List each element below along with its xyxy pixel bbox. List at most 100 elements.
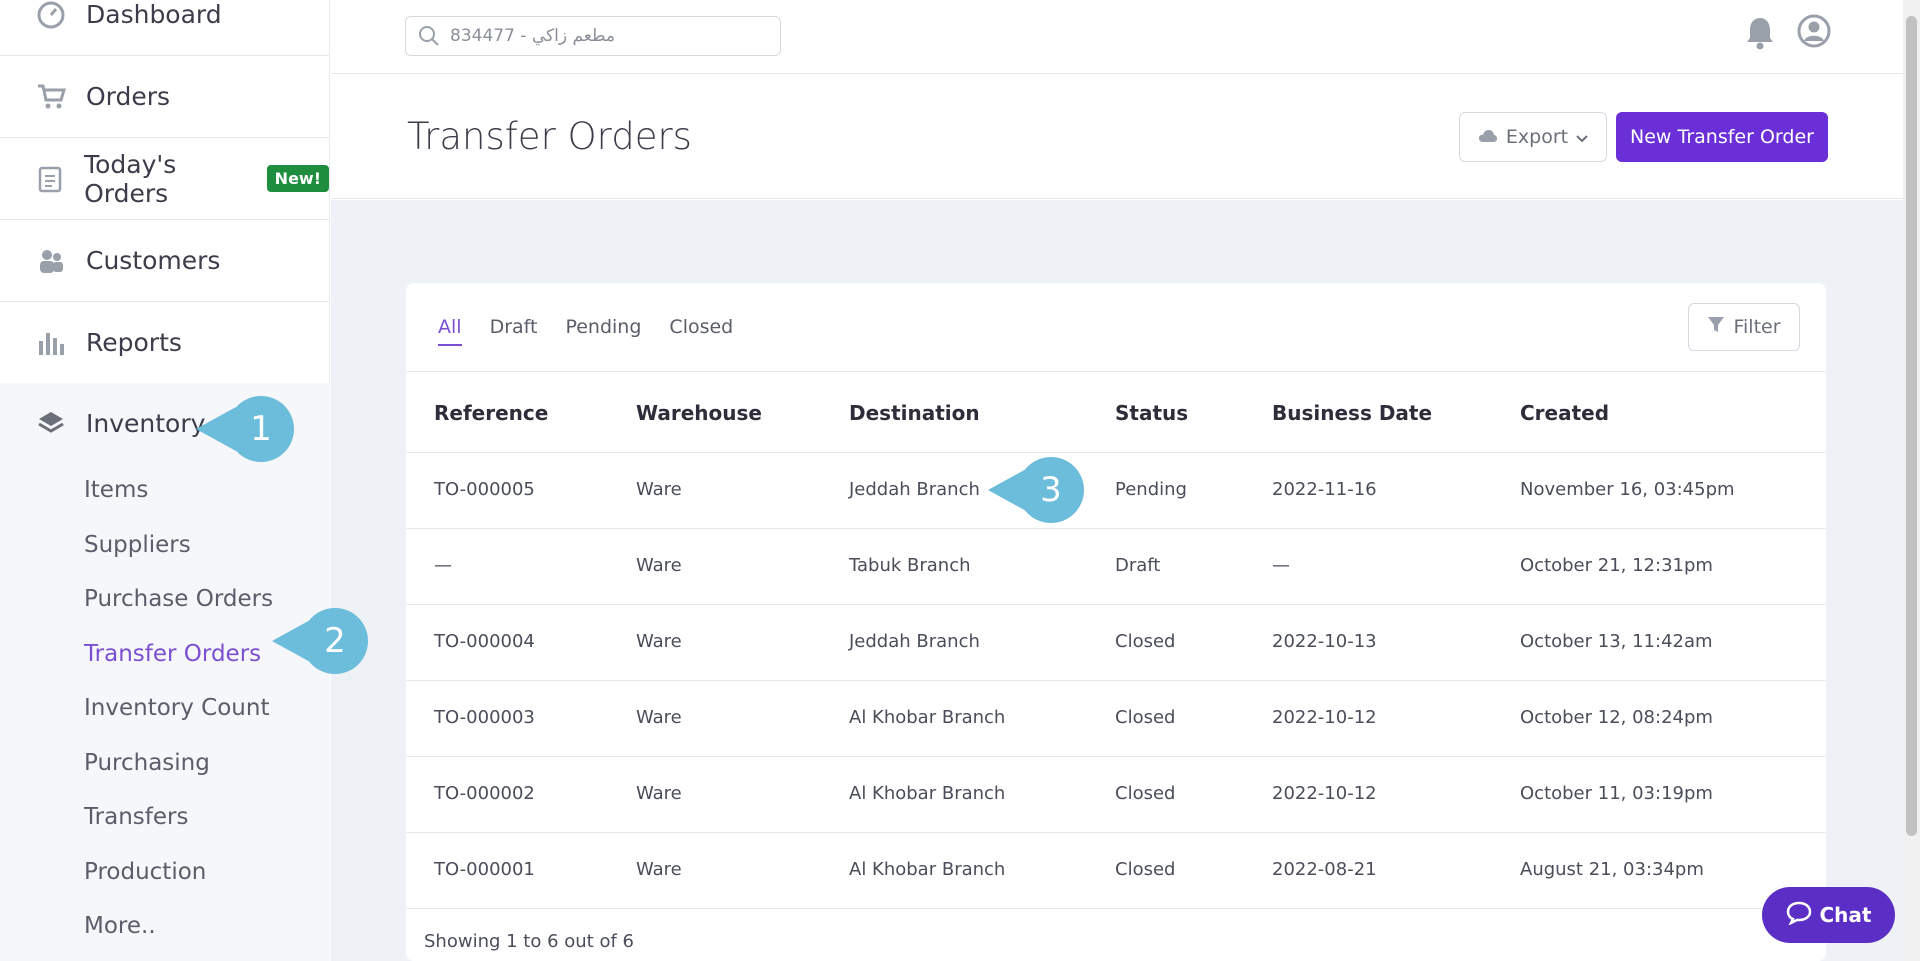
search-icon	[418, 25, 440, 47]
callout-2: 2	[302, 608, 368, 674]
cell-created: November 16, 03:45pm	[1520, 479, 1735, 500]
chat-bubble-icon	[1786, 901, 1812, 930]
sidebar-subitem-transfers[interactable]: Transfers	[0, 790, 330, 845]
cell-business-date: 2022-08-21	[1272, 859, 1377, 880]
col-destination[interactable]: Destination	[849, 401, 980, 425]
col-reference[interactable]: Reference	[434, 401, 548, 425]
cell-reference: TO-000003	[434, 707, 535, 728]
funnel-icon	[1707, 316, 1725, 339]
tab-all[interactable]: All	[438, 316, 462, 346]
cell-business-date: —	[1272, 555, 1290, 576]
sidebar: Dashboard Orders Today's Orders New! Cus…	[0, 0, 330, 961]
cell-reference: —	[434, 555, 452, 576]
table-header: Reference Warehouse Destination Status B…	[406, 371, 1826, 453]
cell-reference: TO-000002	[434, 783, 535, 804]
layers-icon	[36, 408, 66, 438]
cell-warehouse: Ware	[636, 555, 682, 576]
cell-status: Closed	[1115, 783, 1176, 804]
cell-business-date: 2022-10-12	[1272, 783, 1377, 804]
scrollbar-thumb[interactable]	[1906, 16, 1917, 836]
cell-warehouse: Ware	[636, 783, 682, 804]
sidebar-item-dashboard[interactable]: Dashboard	[0, 0, 329, 56]
sidebar-item-reports[interactable]: Reports	[0, 302, 329, 384]
cell-reference: TO-000005	[434, 479, 535, 500]
sidebar-item-label: Orders	[86, 82, 171, 111]
sidebar-subitem-more[interactable]: More..	[0, 899, 330, 954]
new-transfer-order-button[interactable]: New Transfer Order	[1616, 112, 1828, 162]
chat-button[interactable]: Chat	[1762, 887, 1895, 943]
table-row[interactable]: TO-000001 Ware Al Khobar Branch Closed 2…	[406, 833, 1826, 909]
callout-1: 1	[228, 396, 294, 462]
cart-icon	[36, 82, 66, 112]
sidebar-subitem-production[interactable]: Production	[0, 845, 330, 900]
sidebar-item-label: Inventory	[86, 408, 206, 438]
export-label: Export	[1505, 126, 1569, 148]
inventory-section: Inventory Items Suppliers Purchase Order…	[0, 383, 330, 961]
cell-created: October 13, 11:42am	[1520, 631, 1713, 652]
vertical-scrollbar[interactable]	[1903, 0, 1920, 961]
col-created[interactable]: Created	[1520, 401, 1609, 425]
cell-warehouse: Ware	[636, 859, 682, 880]
cell-business-date: 2022-10-13	[1272, 631, 1377, 652]
cell-created: October 11, 03:19pm	[1520, 783, 1713, 804]
page-header: Transfer Orders Export New Transfer Orde…	[331, 75, 1903, 199]
table-row[interactable]: TO-000004 Ware Jeddah Branch Closed 2022…	[406, 605, 1826, 681]
chevron-down-icon	[1576, 126, 1588, 148]
sidebar-subitem-items[interactable]: Items	[0, 463, 330, 518]
cell-reference: TO-000004	[434, 631, 535, 652]
table-row[interactable]: — Ware Tabuk Branch Draft — October 21, …	[406, 529, 1826, 605]
cell-created: October 21, 12:31pm	[1520, 555, 1713, 576]
cell-business-date: 2022-10-12	[1272, 707, 1377, 728]
page-title: Transfer Orders	[407, 115, 692, 158]
pagination-summary: Showing 1 to 6 out of 6	[424, 931, 634, 952]
chat-label: Chat	[1819, 903, 1872, 927]
sidebar-item-customers[interactable]: Customers	[0, 220, 329, 302]
topbar: مطعم زاكي - 834477	[331, 0, 1903, 74]
search-input[interactable]: مطعم زاكي - 834477	[405, 16, 781, 56]
tab-draft[interactable]: Draft	[490, 316, 538, 346]
sidebar-subitem-suppliers[interactable]: Suppliers	[0, 518, 330, 573]
col-business-date[interactable]: Business Date	[1272, 401, 1432, 425]
col-status[interactable]: Status	[1115, 401, 1188, 425]
new-badge: New!	[266, 165, 329, 192]
sidebar-item-orders[interactable]: Orders	[0, 56, 329, 138]
cell-warehouse: Ware	[636, 479, 682, 500]
cell-destination: Tabuk Branch	[849, 555, 971, 576]
callout-3: 3	[1018, 457, 1084, 523]
filter-button[interactable]: Filter	[1688, 303, 1800, 351]
tab-pending[interactable]: Pending	[565, 316, 641, 346]
sidebar-item-label: Customers	[86, 246, 221, 275]
cell-status: Closed	[1115, 859, 1176, 880]
status-tabs: All Draft Pending Closed	[438, 316, 733, 346]
cell-status: Closed	[1115, 631, 1176, 652]
gauge-icon	[36, 0, 66, 30]
cell-destination: Al Khobar Branch	[849, 707, 1006, 728]
sidebar-subitem-inventory-count[interactable]: Inventory Count	[0, 681, 330, 736]
cell-created: October 12, 08:24pm	[1520, 707, 1713, 728]
sidebar-item-label: Reports	[86, 328, 182, 357]
cell-created: August 21, 03:34pm	[1520, 859, 1704, 880]
sidebar-item-label: Dashboard	[86, 0, 222, 29]
sidebar-item-todays-orders[interactable]: Today's Orders New!	[0, 138, 329, 220]
cell-reference: TO-000001	[434, 859, 535, 880]
bar-chart-icon	[36, 328, 66, 358]
bell-icon[interactable]	[1745, 16, 1775, 54]
sidebar-subitem-purchasing[interactable]: Purchasing	[0, 736, 330, 791]
transfer-orders-card: All Draft Pending Closed Filter Referenc…	[406, 283, 1826, 961]
cell-status: Pending	[1115, 479, 1187, 500]
cell-destination: Al Khobar Branch	[849, 783, 1006, 804]
tab-closed[interactable]: Closed	[669, 316, 733, 346]
table-row[interactable]: TO-000002 Ware Al Khobar Branch Closed 2…	[406, 757, 1826, 833]
cell-destination: Jeddah Branch	[849, 631, 980, 652]
table-row[interactable]: TO-000003 Ware Al Khobar Branch Closed 2…	[406, 681, 1826, 757]
search-placeholder: مطعم زاكي - 834477	[450, 26, 616, 46]
col-warehouse[interactable]: Warehouse	[636, 401, 762, 425]
export-button[interactable]: Export	[1459, 112, 1607, 162]
table-row[interactable]: TO-000005 Ware Jeddah Branch Pending 202…	[406, 453, 1826, 529]
cell-warehouse: Ware	[636, 707, 682, 728]
filter-label: Filter	[1733, 316, 1781, 338]
cell-business-date: 2022-11-16	[1272, 479, 1377, 500]
sidebar-item-label: Today's Orders	[84, 149, 177, 208]
user-avatar-icon[interactable]	[1797, 14, 1831, 52]
users-icon	[36, 246, 66, 276]
